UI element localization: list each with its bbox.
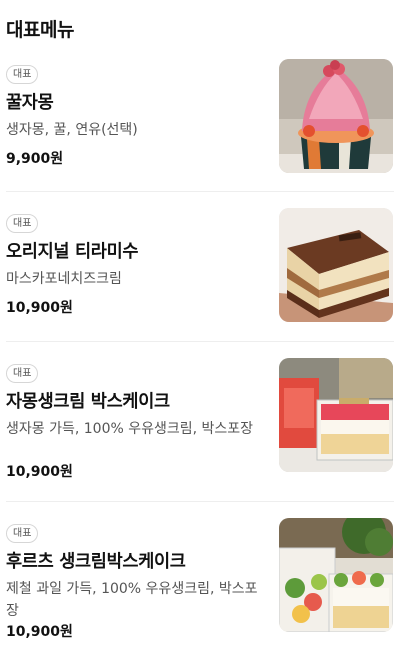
fruit-box-cake-photo[interactable]: [279, 518, 393, 632]
menu-item-name: 꿀자몽: [6, 93, 54, 113]
menu-item[interactable]: 대표 오리지널 티라미수 마스카포네치즈크림 10,900원: [0, 208, 400, 358]
menu-item-price: 10,900원: [6, 300, 73, 316]
menu-item-name: 오리지널 티라미수: [6, 242, 139, 262]
menu-item-name: 후르츠 생크림박스케이크: [6, 552, 186, 572]
menu-item-name: 자몽생크림 박스케이크: [6, 392, 170, 412]
menu-item-description: 제철 과일 가득, 100% 우유생크림, 박스포장: [6, 581, 258, 619]
menu-item-description: 생자몽, 꿀, 연유(선택): [6, 122, 138, 138]
menu-item[interactable]: 대표 꿀자몽 생자몽, 꿀, 연유(선택) 9,900원: [0, 59, 400, 209]
divider: [6, 341, 394, 342]
badge: 대표: [6, 364, 39, 383]
divider: [6, 501, 394, 502]
badge: 대표: [6, 214, 39, 233]
section-title: 대표메뉴: [6, 19, 74, 41]
menu-item-description: 생자몽 가득, 100% 우유생크림, 박스포장: [6, 421, 254, 437]
menu-item[interactable]: 대표 후르츠 생크림박스케이크 제철 과일 가득, 100% 우유생크림, 박스…: [0, 518, 400, 659]
menu-item-description: 마스카포네치즈크림: [6, 271, 122, 287]
divider: [6, 191, 394, 192]
grapefruit-box-cake-photo[interactable]: [279, 358, 393, 472]
badge: 대표: [6, 65, 39, 84]
grapefruit-bingsu-photo[interactable]: [279, 59, 393, 173]
tiramisu-photo[interactable]: [279, 208, 393, 322]
menu-item-price: 10,900원: [6, 624, 73, 640]
menu-item[interactable]: 대표 자몽생크림 박스케이크 생자몽 가득, 100% 우유생크림, 박스포장 …: [0, 358, 400, 508]
badge: 대표: [6, 524, 39, 543]
menu-item-price: 10,900원: [6, 464, 73, 480]
menu-item-price: 9,900원: [6, 151, 64, 167]
